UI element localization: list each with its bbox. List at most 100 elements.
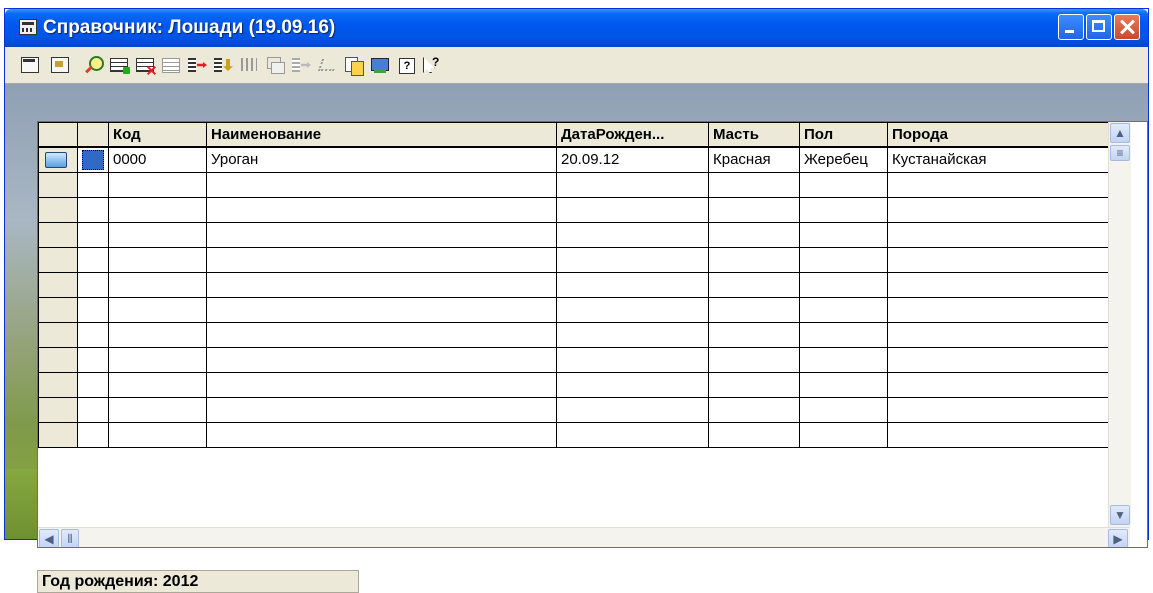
empty-cell[interactable] — [77, 322, 109, 348]
cell-sex[interactable]: Жеребец — [799, 146, 888, 173]
empty-cell[interactable] — [206, 397, 557, 423]
empty-cell[interactable] — [887, 347, 1109, 373]
empty-cell[interactable] — [108, 422, 207, 448]
group-icon[interactable] — [265, 55, 287, 75]
minimize-button[interactable] — [1058, 14, 1084, 40]
empty-cell[interactable] — [108, 222, 207, 248]
empty-cell[interactable] — [887, 272, 1109, 298]
empty-cell[interactable] — [799, 372, 888, 398]
empty-cell[interactable] — [708, 247, 800, 273]
table-row-empty[interactable] — [38, 347, 1109, 373]
print-icon[interactable] — [369, 55, 391, 75]
move-icon[interactable] — [187, 55, 209, 75]
column-header-color[interactable]: Масть — [708, 122, 800, 148]
empty-cell[interactable] — [887, 222, 1109, 248]
empty-cell[interactable] — [77, 172, 109, 198]
empty-cell[interactable] — [556, 247, 709, 273]
find-icon[interactable] — [83, 55, 105, 75]
empty-cell[interactable] — [708, 297, 800, 323]
add-row-icon[interactable] — [109, 55, 131, 75]
empty-cell[interactable] — [206, 222, 557, 248]
new-item-icon[interactable] — [19, 55, 41, 75]
empty-cell[interactable] — [108, 197, 207, 223]
copy-icon[interactable] — [343, 55, 365, 76]
empty-cell[interactable] — [887, 297, 1109, 323]
hierarchy-icon[interactable] — [291, 55, 313, 75]
empty-cell[interactable] — [206, 347, 557, 373]
empty-cell[interactable] — [77, 422, 109, 448]
empty-cell[interactable] — [108, 172, 207, 198]
empty-cell[interactable] — [556, 322, 709, 348]
column-header-breed[interactable]: Порода — [887, 122, 1109, 148]
empty-cell[interactable] — [77, 272, 109, 298]
empty-cell[interactable] — [556, 397, 709, 423]
empty-cell[interactable] — [206, 272, 557, 298]
empty-cell[interactable] — [799, 197, 888, 223]
table-row-empty[interactable] — [38, 372, 1109, 398]
scroll-left-button[interactable]: ◀ — [39, 529, 59, 547]
empty-cell[interactable] — [206, 372, 557, 398]
empty-cell[interactable] — [887, 247, 1109, 273]
empty-cell[interactable] — [708, 347, 800, 373]
empty-cell[interactable] — [77, 347, 109, 373]
empty-cell[interactable] — [887, 422, 1109, 448]
empty-cell[interactable] — [556, 197, 709, 223]
column-header-name[interactable]: Наименование — [206, 122, 557, 148]
empty-cell[interactable] — [206, 322, 557, 348]
empty-cell[interactable] — [799, 347, 888, 373]
cell-code[interactable]: 0000 — [108, 146, 207, 173]
empty-cell[interactable] — [77, 297, 109, 323]
empty-cell[interactable] — [799, 247, 888, 273]
scroll-thumb[interactable]: ≡ — [1110, 145, 1130, 161]
empty-cell[interactable] — [206, 172, 557, 198]
empty-cell[interactable] — [556, 222, 709, 248]
empty-cell[interactable] — [108, 397, 207, 423]
title-bar[interactable]: Справочник: Лошади (19.09.16) — [5, 9, 1148, 47]
empty-cell[interactable] — [206, 247, 557, 273]
empty-cell[interactable] — [708, 372, 800, 398]
vertical-scrollbar[interactable]: ▲ ≡ ▼ — [1108, 122, 1131, 527]
close-button[interactable] — [1114, 14, 1140, 40]
horizontal-scrollbar[interactable]: ◀ ⦀ ▶ — [38, 527, 1130, 547]
empty-cell[interactable] — [108, 247, 207, 273]
table-row-empty[interactable] — [38, 422, 1109, 448]
empty-cell[interactable] — [708, 272, 800, 298]
empty-cell[interactable] — [708, 172, 800, 198]
scroll-up-button[interactable]: ▲ — [1110, 123, 1130, 143]
table-row-empty[interactable] — [38, 222, 1109, 248]
data-grid[interactable]: Код Наименование ДатаРожден... Масть Пол… — [37, 121, 1148, 548]
empty-cell[interactable] — [556, 297, 709, 323]
table-row-empty[interactable] — [38, 197, 1109, 223]
copy-row-icon[interactable] — [161, 55, 183, 75]
whats-this-icon[interactable]: ? — [421, 55, 443, 75]
hscroll-thumb[interactable]: ⦀ — [61, 529, 79, 547]
row-selector[interactable] — [77, 146, 109, 173]
column-header-birthdate[interactable]: ДатаРожден... — [556, 122, 709, 148]
empty-cell[interactable] — [556, 422, 709, 448]
empty-cell[interactable] — [206, 422, 557, 448]
empty-cell[interactable] — [556, 172, 709, 198]
empty-cell[interactable] — [799, 222, 888, 248]
cell-birthdate[interactable]: 20.09.12 — [556, 146, 709, 173]
table-row[interactable]: 0000 Уроган 20.09.12 Красная Жеребец Кус… — [38, 146, 1109, 173]
empty-cell[interactable] — [206, 297, 557, 323]
empty-cell[interactable] — [108, 297, 207, 323]
column-header-code[interactable]: Код — [108, 122, 207, 148]
scroll-down-button[interactable]: ▼ — [1110, 505, 1130, 525]
table-row-empty[interactable] — [38, 247, 1109, 273]
empty-cell[interactable] — [799, 172, 888, 198]
empty-cell[interactable] — [77, 197, 109, 223]
empty-cell[interactable] — [77, 222, 109, 248]
empty-cell[interactable] — [708, 422, 800, 448]
empty-cell[interactable] — [799, 397, 888, 423]
table-row-empty[interactable] — [38, 297, 1109, 323]
cell-name[interactable]: Уроган — [206, 146, 557, 173]
empty-cell[interactable] — [108, 272, 207, 298]
help-icon[interactable]: ? — [397, 55, 419, 75]
table-row-empty[interactable] — [38, 322, 1109, 348]
delete-row-icon[interactable] — [135, 55, 157, 75]
table-row-empty[interactable] — [38, 172, 1109, 198]
empty-cell[interactable] — [77, 397, 109, 423]
empty-cell[interactable] — [556, 272, 709, 298]
table-row-empty[interactable] — [38, 272, 1109, 298]
